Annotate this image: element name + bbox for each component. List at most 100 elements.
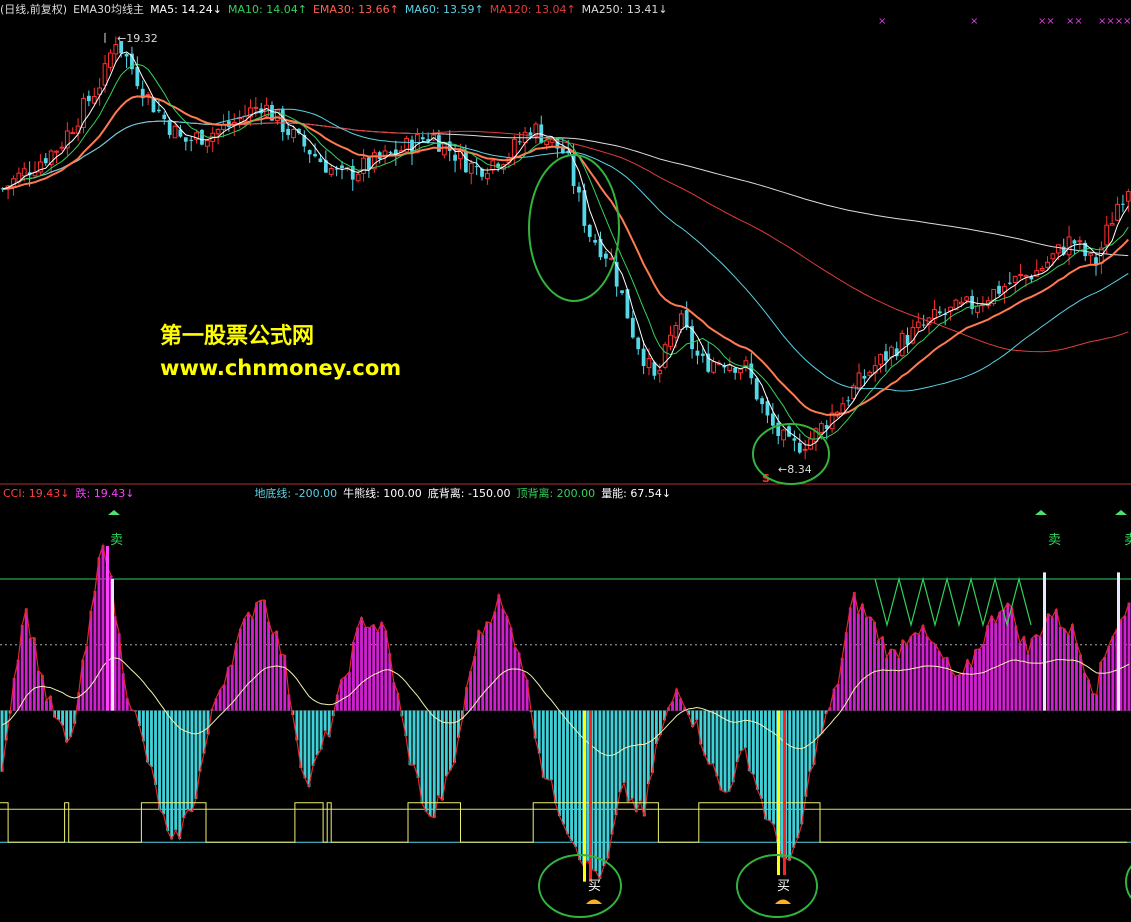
candle-up	[291, 128, 296, 139]
legend-cci: CCI: 19.43↓	[3, 487, 70, 500]
legend-indicator-name: EMA30均线主	[73, 3, 145, 16]
cci-bar-positive	[242, 618, 246, 711]
candle-up	[1023, 274, 1029, 278]
cci-bar-positive	[1030, 638, 1034, 711]
cci-bar-negative	[610, 710, 614, 835]
cci-bar-positive	[113, 616, 117, 711]
candle-down	[280, 108, 285, 133]
candle-down	[474, 166, 479, 168]
cci-bar-negative	[602, 710, 606, 867]
cci-bar-negative	[307, 710, 311, 787]
cci-bar-positive	[937, 650, 941, 711]
cci-bar-negative	[562, 710, 565, 825]
cci-bar-negative	[150, 710, 153, 767]
cci-bar-positive	[961, 672, 965, 711]
cci-bar-negative	[186, 710, 190, 810]
cci-bar-negative	[174, 710, 178, 831]
cci-bar-negative	[735, 710, 739, 763]
candle-down	[577, 186, 581, 193]
candle-up	[328, 167, 334, 175]
sell-label: 卖	[1124, 533, 1131, 548]
candle-down	[156, 109, 161, 112]
cci-bar-negative	[727, 710, 731, 792]
candle-up	[975, 305, 980, 313]
cci-bar-positive	[917, 634, 921, 711]
candle-up	[808, 438, 813, 450]
cci-bar-negative	[154, 710, 157, 785]
cci-bar-negative	[768, 710, 771, 821]
cci-bar-positive	[925, 636, 929, 711]
candle-up	[1018, 274, 1023, 277]
cci-bar-negative	[440, 710, 444, 801]
candle-down	[733, 367, 738, 373]
cci-bar-positive	[28, 638, 32, 711]
cci-bar-positive	[255, 602, 258, 711]
candle-up	[371, 152, 377, 170]
cci-bar-negative	[638, 710, 642, 802]
cci-bar-positive	[978, 648, 981, 711]
x-marker: ××	[1038, 16, 1055, 27]
cci-bar-positive	[856, 613, 860, 711]
legend-bull-bear-line: 牛熊线: 100.00	[343, 487, 422, 500]
cci-bar-positive	[945, 657, 949, 711]
cci-bar-positive	[36, 670, 40, 711]
legend-bottom-divergence: 底背离: -150.00	[427, 487, 511, 500]
cci-bar-negative	[743, 710, 747, 748]
candle-down	[604, 253, 608, 259]
cci-bar-positive	[271, 634, 275, 711]
cci-bar-positive	[1010, 607, 1014, 711]
cci-bar-positive	[1127, 602, 1131, 711]
candle-up	[1012, 275, 1018, 283]
candle-down	[318, 158, 323, 163]
cci-bar-negative	[715, 710, 719, 777]
candle-up	[727, 364, 733, 372]
candle-down	[313, 153, 317, 157]
cci-bar-negative	[420, 710, 424, 804]
cci-bar-negative	[723, 710, 727, 793]
cci-bar-positive	[877, 640, 880, 711]
cci-bar-negative	[553, 710, 557, 804]
cci-bar-positive	[1038, 636, 1042, 711]
candle-down	[636, 337, 641, 350]
cci-legend: CCI: 19.43↓ 跌: 19.43↓ 地底线: -200.00 牛熊线: 100…	[0, 486, 677, 502]
cci-bar-negative	[190, 710, 194, 812]
cci-bar-positive	[501, 608, 505, 711]
candle-up	[1045, 261, 1050, 268]
candle-down	[200, 129, 204, 145]
cci-bar-positive	[238, 628, 242, 711]
cci-bar-positive	[986, 625, 990, 711]
candle-up	[511, 138, 517, 158]
cci-bar-negative	[606, 710, 610, 859]
cci-bar-positive	[246, 612, 250, 711]
candle-up	[743, 360, 749, 367]
candle-down	[1121, 203, 1125, 205]
cci-bar-negative	[759, 710, 763, 799]
cci-bar-positive	[89, 610, 93, 711]
cci-bar-positive	[1002, 609, 1006, 711]
candle-down	[463, 151, 468, 173]
cci-bar-negative	[182, 710, 186, 818]
cci-bar-negative	[630, 710, 634, 799]
candle-up	[668, 334, 673, 347]
cci-bar-positive	[1103, 656, 1107, 711]
cci-bar-positive	[493, 611, 497, 711]
cci-bar-negative	[549, 710, 553, 781]
cci-bar-positive	[1075, 643, 1078, 711]
high-price-label: ←19.32	[117, 32, 158, 45]
candle-down	[162, 114, 167, 119]
candle-up	[215, 128, 221, 135]
cci-bar-positive	[933, 643, 937, 711]
candle-down	[571, 154, 576, 186]
candle-down	[183, 137, 188, 142]
candle-up	[915, 321, 921, 329]
cci-bar-positive	[860, 603, 864, 711]
candle-up	[678, 313, 684, 330]
cci-bar-negative	[541, 710, 545, 778]
candle-up	[781, 429, 787, 441]
candle-down	[630, 317, 635, 338]
legend-period: (日线,前复权)	[0, 3, 68, 16]
legend-ema30: EMA30: 13.66↑	[312, 3, 399, 16]
cci-bar-negative	[178, 710, 182, 840]
cci-bar-positive	[1058, 626, 1062, 711]
signal-bar	[111, 578, 114, 711]
